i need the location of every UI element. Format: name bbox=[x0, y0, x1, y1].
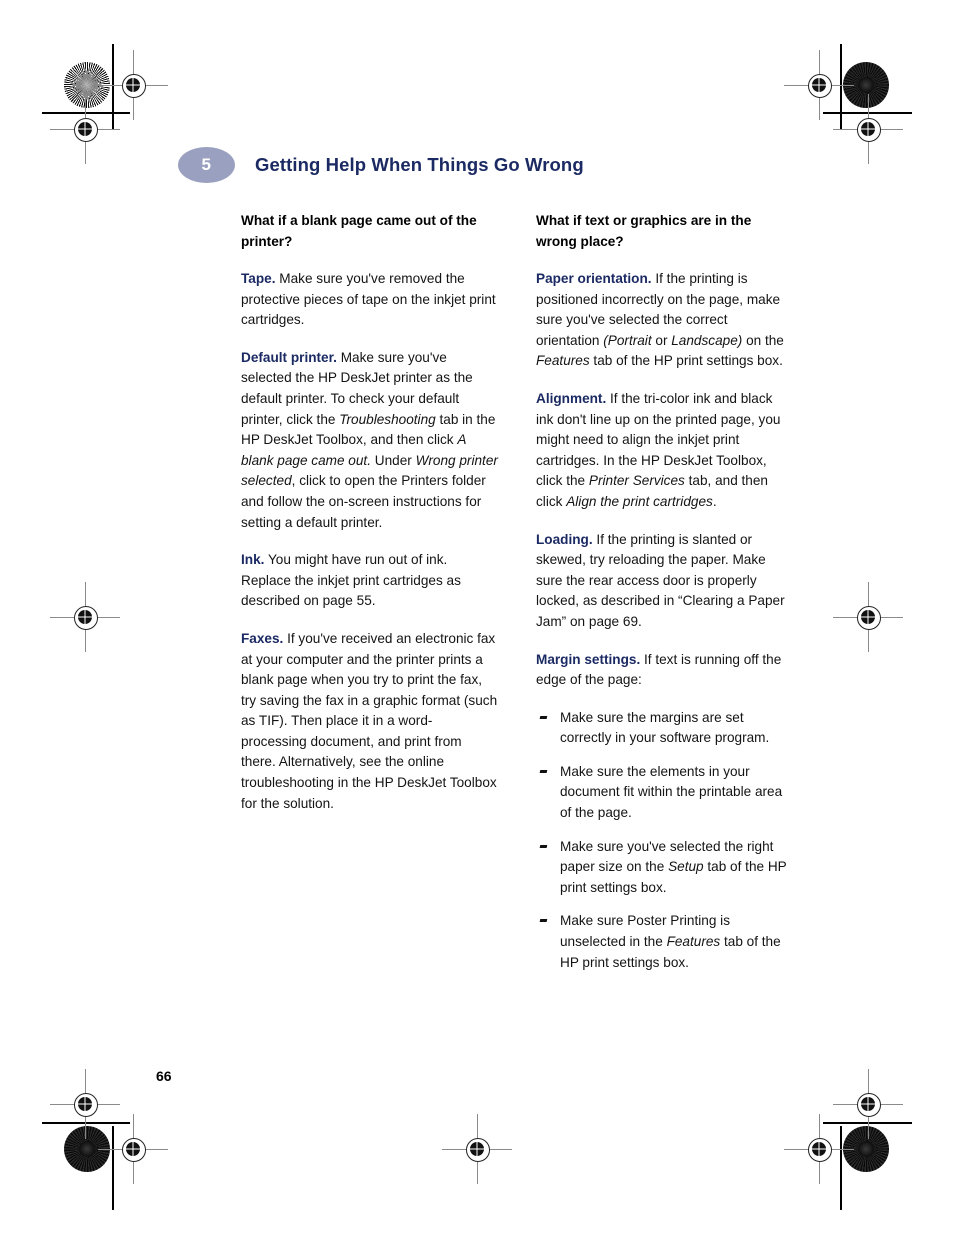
paragraph-margin-settings: Margin settings. If text is running off … bbox=[536, 650, 793, 691]
ui-label-portrait: (Portrait bbox=[603, 332, 652, 348]
lead-in-paper-orientation: Paper orientation. bbox=[536, 271, 652, 286]
list-item: Make sure you've selected the right pape… bbox=[536, 837, 793, 899]
paragraph-default-printer: Default printer. Make sure you've select… bbox=[241, 348, 498, 533]
lead-in-margin-settings: Margin settings. bbox=[536, 651, 641, 667]
paragraph-tape-text: Make sure you've removed the protective … bbox=[241, 271, 496, 328]
ui-label-printer-services-tab: Printer Services bbox=[588, 473, 685, 489]
text-segment: Under bbox=[370, 452, 416, 468]
text-segment: on the bbox=[742, 332, 784, 348]
paragraph-ink-text: You might have run out of ink. Replace t… bbox=[241, 552, 461, 609]
text-segment: . bbox=[712, 493, 717, 509]
left-column: What if a blank page came out of the pri… bbox=[241, 210, 498, 986]
list-item: Make sure Poster Printing is unselected … bbox=[536, 911, 793, 973]
left-column-question: What if a blank page came out of the pri… bbox=[241, 213, 477, 249]
paragraph-faxes: Faxes. If you've received an electronic … bbox=[241, 629, 498, 814]
lead-in-ink: Ink. bbox=[241, 552, 265, 568]
paragraph-alignment: Alignment. If the tri-color ink and blac… bbox=[536, 389, 793, 513]
lead-in-alignment: Alignment. bbox=[536, 390, 607, 406]
page-number: 66 bbox=[156, 1068, 172, 1084]
two-column-body: What if a blank page came out of the pri… bbox=[241, 210, 793, 986]
text-segment: tab of the HP print settings box. bbox=[589, 353, 783, 369]
ui-label-setup-tab: Setup bbox=[668, 859, 704, 875]
list-item: Make sure the margins are set correctly … bbox=[536, 708, 793, 749]
text-segment: or bbox=[651, 332, 672, 348]
paragraph-ink: Ink. You might have run out of ink. Repl… bbox=[241, 550, 498, 612]
lead-in-default-printer: Default printer. bbox=[241, 349, 337, 365]
document-page: 5 Getting Help When Things Go Wrong What… bbox=[0, 0, 954, 1235]
paragraph-paper-orientation: Paper orientation. If the printing is po… bbox=[536, 269, 793, 372]
paragraph-faxes-text: If you've received an electronic fax at … bbox=[241, 630, 498, 811]
ui-label-align-the-print-cartridges: Align the print cartridges bbox=[566, 493, 713, 509]
paragraph-loading: Loading. If the printing is slanted or s… bbox=[536, 530, 793, 633]
text-segment: Make sure the elements in your document … bbox=[560, 763, 783, 821]
chapter-number-badge: 5 bbox=[178, 147, 235, 183]
list-item: Make sure the elements in your document … bbox=[536, 762, 793, 824]
lead-in-faxes: Faxes. bbox=[241, 630, 284, 646]
chapter-heading: 5 Getting Help When Things Go Wrong bbox=[178, 147, 584, 183]
right-column: What if text or graphics are in the wron… bbox=[536, 210, 793, 986]
ui-label-features-tab: Features bbox=[666, 934, 721, 950]
lead-in-loading: Loading. bbox=[536, 531, 593, 547]
page-title: Getting Help When Things Go Wrong bbox=[255, 154, 584, 175]
paragraph-tape: Tape. Make sure you've removed the prote… bbox=[241, 269, 498, 331]
ui-label-features-tab: Features bbox=[536, 353, 590, 369]
ui-label-troubleshooting-tab: Troubleshooting bbox=[339, 411, 436, 427]
right-column-question: What if text or graphics are in the wron… bbox=[536, 213, 752, 249]
margin-settings-bullet-list: Make sure the margins are set correctly … bbox=[536, 708, 793, 974]
ui-label-landscape: Landscape) bbox=[671, 332, 743, 348]
lead-in-tape: Tape. bbox=[241, 271, 276, 286]
text-segment: Make sure the margins are set correctly … bbox=[560, 709, 770, 746]
